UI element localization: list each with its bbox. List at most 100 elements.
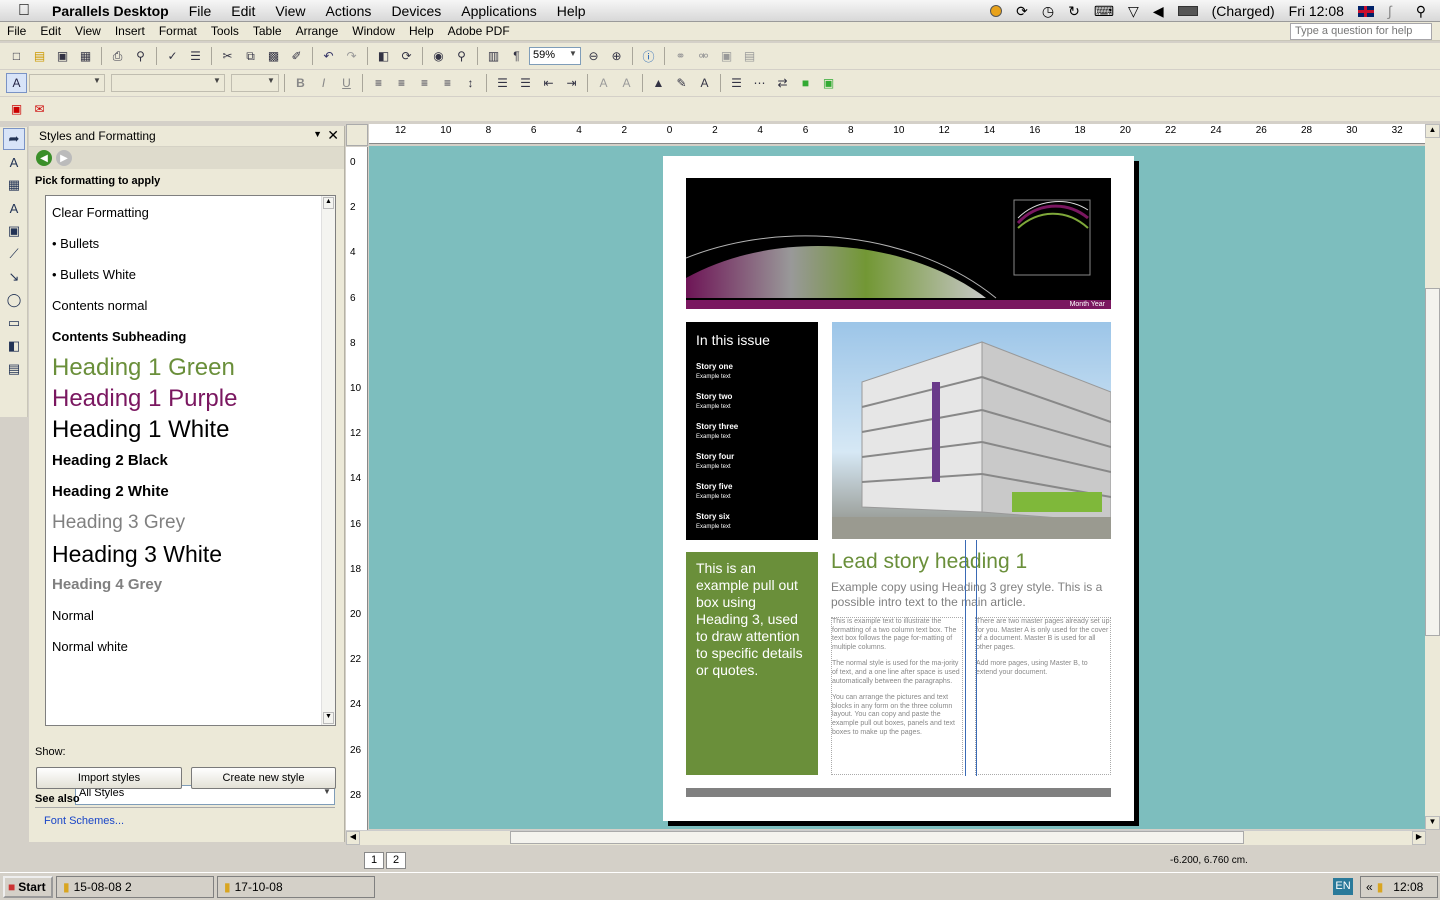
scroll-right-icon[interactable]: ▶ [1412, 831, 1426, 845]
page-tab-2[interactable]: 2 [386, 852, 406, 869]
back-icon[interactable]: ◀ [36, 150, 52, 166]
zoom-in-icon[interactable]: ⊕ [606, 46, 627, 66]
mac-menu-help[interactable]: Help [547, 3, 596, 19]
flag-icon[interactable] [1357, 5, 1374, 17]
mac-menu-view[interactable]: View [265, 3, 315, 19]
style-contents-normal[interactable]: Contents normal [52, 298, 147, 313]
horizontal-scrollbar[interactable]: ◀ ▶ [346, 830, 1426, 845]
line-spacing-icon[interactable]: ↕ [460, 73, 481, 93]
taskbar-item-folder-2[interactable]: ▮ 17-10-08 [217, 875, 375, 898]
volume-icon[interactable]: ◀ [1153, 3, 1164, 20]
ruler-corner[interactable] [346, 124, 368, 146]
sync-icon[interactable]: ⟳ [1016, 3, 1028, 20]
contents-panel[interactable]: In this issue Story one Example text Stor… [686, 322, 818, 540]
battery-status[interactable]: (Charged) [1212, 3, 1275, 19]
article-column-2[interactable]: There are two master pages already set u… [975, 617, 1111, 775]
menu-format[interactable]: Format [152, 24, 204, 38]
spotlight-icon[interactable]: ⚲ [1406, 3, 1426, 20]
select-objects-icon[interactable]: ➦ [3, 128, 25, 150]
style-heading2-black[interactable]: Heading 2 Black [52, 452, 168, 469]
mac-menu-edit[interactable]: Edit [221, 3, 265, 19]
style-bullets[interactable]: • Bullets [52, 236, 99, 251]
parallels-status-icon[interactable] [990, 5, 1003, 17]
text-box-icon[interactable]: A [3, 151, 25, 173]
columns-icon[interactable]: ▥ [483, 46, 504, 66]
mac-menu-actions[interactable]: Actions [316, 3, 382, 19]
style-heading1-purple[interactable]: Heading 1 Purple [52, 385, 237, 413]
print-icon[interactable]: ⎙ [107, 46, 128, 66]
numbering-icon[interactable]: ☰ [492, 73, 513, 93]
style-heading3-white[interactable]: Heading 3 White [52, 541, 222, 568]
forward-icon[interactable]: ▶ [56, 150, 72, 166]
fill-color-icon[interactable]: ▲ [648, 73, 669, 93]
justify-icon[interactable]: ≡ [437, 73, 458, 93]
vertical-ruler[interactable]: 0 2 4 6 8 10 12 14 16 18 20 22 24 26 28 [346, 147, 368, 830]
tray-folder-icon[interactable]: ▮ [1377, 880, 1384, 894]
menu-window[interactable]: Window [345, 24, 402, 38]
scroll-down-icon[interactable]: ▼ [323, 712, 334, 724]
text-box-next-icon[interactable]: ▤ [739, 46, 760, 66]
style-contents-subheading[interactable]: Contents Subheading [52, 329, 186, 344]
design-gallery-icon[interactable]: ▤ [3, 358, 25, 380]
publication-page[interactable]: Month Year In this issue Story one Exampl… [663, 156, 1134, 821]
new-icon[interactable]: □ [6, 46, 27, 66]
scroll-thumb[interactable] [1425, 288, 1440, 636]
oval-icon[interactable]: ◯ [3, 289, 25, 311]
keyboard-icon[interactable]: ⌨ [1094, 3, 1114, 20]
page-tab-1[interactable]: 1 [364, 852, 384, 869]
style-combo[interactable]: ▼ [29, 74, 105, 92]
increase-indent-icon[interactable]: ⇥ [561, 73, 582, 93]
style-heading1-white[interactable]: Heading 1 White [52, 416, 229, 444]
research-icon[interactable]: ☰ [185, 46, 206, 66]
scroll-up-icon[interactable]: ▲ [1425, 124, 1440, 138]
style-normal[interactable]: Normal [52, 608, 94, 623]
lead-intro[interactable]: Example copy using Heading 3 grey style.… [831, 580, 1113, 610]
shrink-font-icon[interactable]: A [593, 73, 614, 93]
style-normal-white[interactable]: Normal white [52, 639, 128, 654]
menu-table[interactable]: Table [246, 24, 289, 38]
picture-frame-icon[interactable]: ▣ [3, 220, 25, 242]
tray-clock[interactable]: 12:08 [1393, 880, 1423, 894]
underline-icon[interactable]: U [336, 73, 357, 93]
tray-expand-icon[interactable]: « [1366, 880, 1373, 894]
scroll-up-icon[interactable]: ▲ [323, 197, 334, 209]
refresh-icon[interactable]: ↻ [1068, 3, 1080, 20]
grow-font-icon[interactable]: A [616, 73, 637, 93]
menu-file[interactable]: File [0, 24, 33, 38]
format-painter-icon[interactable]: ✐ [286, 46, 307, 66]
decrease-indent-icon[interactable]: ⇤ [538, 73, 559, 93]
menu-tools[interactable]: Tools [204, 24, 246, 38]
spelling-icon[interactable]: ✓ [162, 46, 183, 66]
open-icon[interactable]: ▤ [29, 46, 50, 66]
print-preview-icon[interactable]: ⚲ [130, 46, 151, 66]
menu-view[interactable]: View [68, 24, 108, 38]
zoom-out-icon[interactable]: ⊖ [583, 46, 604, 66]
unlink-icon[interactable]: ⚮ [693, 46, 714, 66]
show-hide-icon[interactable]: ¶ [506, 46, 527, 66]
styles-pane-icon[interactable]: A [6, 73, 27, 93]
mac-menu-file[interactable]: File [179, 3, 222, 19]
bluetooth-icon[interactable]: ∫ [1388, 3, 1392, 19]
style-clear-formatting[interactable]: Clear Formatting [52, 205, 149, 220]
group-icon[interactable]: ◉ [428, 46, 449, 66]
permission-icon[interactable]: ▦ [75, 46, 96, 66]
insert-table-icon[interactable]: ▦ [3, 174, 25, 196]
menu-arrange[interactable]: Arrange [289, 24, 346, 38]
scroll-down-icon[interactable]: ▼ [1425, 816, 1440, 830]
lead-story-heading[interactable]: Lead story heading 1 [831, 550, 1113, 574]
text-box-link-icon[interactable]: ▣ [716, 46, 737, 66]
help-icon[interactable]: ⓘ [638, 46, 659, 66]
style-heading4-grey[interactable]: Heading 4 Grey [52, 576, 162, 593]
align-right-icon[interactable]: ≡ [414, 73, 435, 93]
mac-menu-devices[interactable]: Devices [381, 3, 451, 19]
scroll-thumb[interactable] [510, 831, 1244, 844]
help-search-input[interactable]: Type a question for help [1290, 23, 1432, 40]
menu-help[interactable]: Help [402, 24, 441, 38]
line-style-icon[interactable]: ☰ [726, 73, 747, 93]
menubar-clock[interactable]: Fri 12:08 [1289, 3, 1344, 19]
start-button[interactable]: ■ Start [3, 875, 53, 898]
wifi-icon[interactable]: ▽ [1128, 3, 1139, 20]
pane-menu-icon[interactable]: ▼ [313, 129, 322, 139]
app-menu[interactable]: Parallels Desktop [42, 3, 179, 19]
rotate-icon[interactable]: ⟳ [396, 46, 417, 66]
